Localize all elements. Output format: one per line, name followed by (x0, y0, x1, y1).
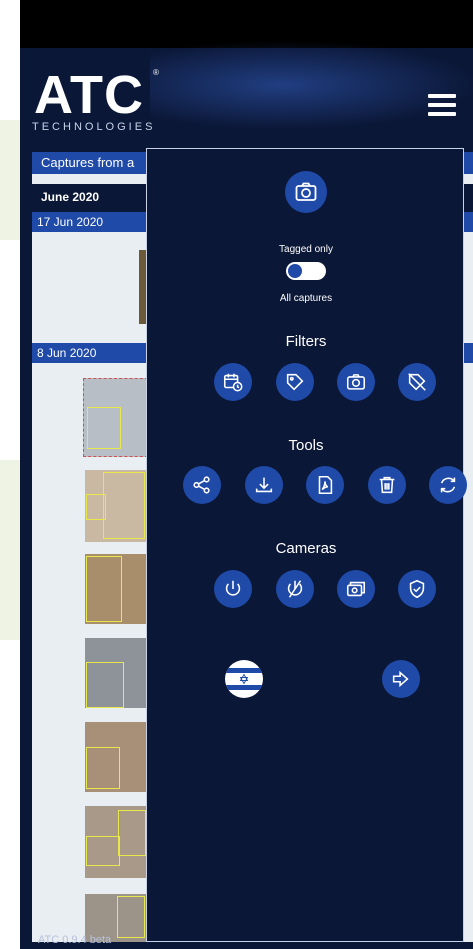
refresh-icon[interactable] (429, 466, 467, 504)
app-screen: ATC ® TECHNOLOGIES Captures from a June … (20, 0, 473, 949)
left-background-strip (0, 0, 20, 949)
cameras-title: Cameras (275, 540, 337, 557)
capture-thumbnail[interactable] (83, 378, 148, 457)
pdf-icon[interactable] (306, 466, 344, 504)
background-shape (0, 460, 20, 640)
capture-thumbnail[interactable] (85, 722, 146, 792)
capture-thumbnail[interactable] (85, 806, 146, 878)
share-icon[interactable] (183, 466, 221, 504)
tagged-only-toggle[interactable] (286, 262, 326, 280)
trash-icon[interactable] (368, 466, 406, 504)
power-off-icon[interactable] (276, 570, 314, 608)
tag-icon[interactable] (276, 363, 314, 401)
camera-settings-icon[interactable] (337, 570, 375, 608)
side-menu: Tagged only All captures Filters Tools C… (146, 148, 467, 942)
power-icon[interactable] (214, 570, 252, 608)
all-captures-label: All captures (279, 293, 333, 304)
logo-main: ATC (34, 65, 144, 125)
shield-check-icon[interactable] (398, 570, 436, 608)
background-glow (150, 40, 473, 130)
filters-title: Filters (285, 333, 327, 350)
logo-sub: TECHNOLOGIES (32, 121, 156, 133)
calendar-clock-icon[interactable] (214, 363, 252, 401)
tag-remove-icon[interactable] (398, 363, 436, 401)
capture-thumbnail[interactable] (85, 470, 146, 542)
israel-flag-icon[interactable] (225, 660, 263, 698)
tagged-only-label: Tagged only (279, 244, 333, 255)
background-shape (0, 120, 20, 240)
logout-icon[interactable] (382, 660, 420, 698)
tools-title: Tools (288, 437, 324, 454)
logo-registered: ® (153, 68, 159, 77)
version-label: ATC 0.9.4 beta (38, 934, 112, 946)
camera-icon[interactable] (285, 171, 327, 213)
capture-thumbnail[interactable] (85, 638, 146, 708)
camera-filter-icon[interactable] (337, 363, 375, 401)
hamburger-icon[interactable] (428, 94, 456, 116)
month-label: June 2020 (41, 190, 100, 204)
download-icon[interactable] (245, 466, 283, 504)
capture-thumbnail[interactable] (85, 554, 146, 624)
